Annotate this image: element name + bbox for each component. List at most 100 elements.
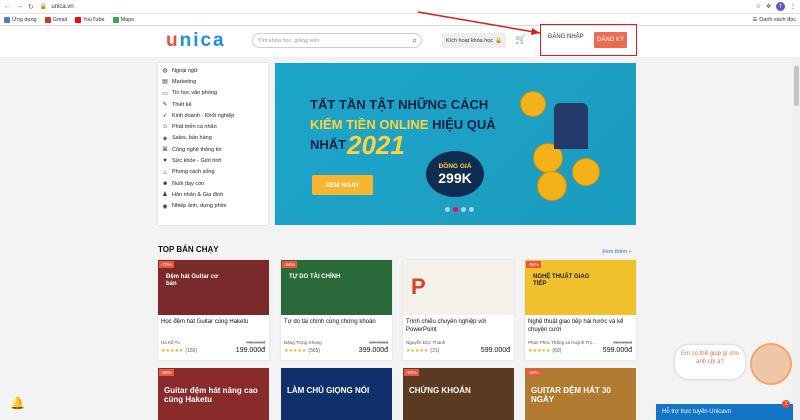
carousel-dots: [445, 207, 474, 212]
discount-badge: -34%: [526, 261, 541, 268]
price-value: 299K: [438, 169, 472, 186]
unica-logo[interactable]: unica: [166, 30, 226, 52]
sidebar-category-label: Thiết kế: [172, 101, 192, 108]
course-title[interactable]: Nghệ thuật giao tiếp hài hước và kể chuy…: [528, 318, 633, 334]
thumbnail-text: TỰ DO TÀI CHÍNH: [289, 274, 341, 280]
reading-list-label: Danh sách đọc: [759, 16, 796, 23]
carousel-dot[interactable]: [453, 207, 458, 212]
stars-icon: ★★★★★: [528, 348, 551, 354]
carousel-dot[interactable]: [461, 207, 466, 212]
youtube-icon: [74, 16, 81, 23]
section-title: TOP BÁN CHẠY: [158, 245, 219, 254]
course-thumbnail[interactable]: P: [403, 260, 514, 315]
page: { "browser": { "url": "unica.vn", "bookm…: [0, 0, 800, 420]
sidebar-category-item[interactable]: ☺ Phát triển cá nhân: [158, 121, 268, 132]
banner-cta-button[interactable]: XEM NGAY: [312, 175, 373, 195]
lock-icon: 🔒: [39, 4, 48, 10]
discount-badge: -34%: [526, 369, 541, 376]
course-card[interactable]: -51% CHỨNG KHOÁN: [403, 368, 514, 420]
course-card[interactable]: Đệm hát Guitar cơ bản -72% Học đệm hát Gui…: [158, 260, 269, 360]
promo-banner[interactable]: TẤT TẦN TẬT NHỮNG CÁCH KIẾM TIỀN ONLINE …: [275, 63, 636, 225]
sidebar-category-item[interactable]: ◉ Nhiếp ảnh, dựng phim: [158, 201, 268, 212]
bookmark-label: YouTube: [82, 16, 105, 23]
sidebar-category-label: Công nghệ thông tin: [172, 146, 222, 153]
sidebar-category-label: Nhiếp ảnh, dựng phim: [172, 203, 227, 210]
search-input[interactable]: Tìm khóa học, giảng viên ⌕: [252, 33, 422, 48]
bookmark-gmail[interactable]: Gmail: [44, 16, 67, 23]
old-price: 900.000đ: [613, 340, 632, 345]
review-count: (156): [185, 348, 198, 354]
url-text[interactable]: unica.vn: [51, 4, 73, 10]
banner-line2-rest: HIỆU QUẢ: [432, 117, 496, 132]
chat-bubble[interactable]: Em có thể giúp gì cho anh chị ạ?: [675, 345, 745, 379]
sidebar-category-item[interactable]: ⌘ Công nghệ thông tin: [158, 144, 268, 155]
rocket-icon: ➶: [162, 113, 168, 120]
rating-stars: ★★★★★ (565): [284, 348, 320, 354]
search-placeholder: Tìm khóa học, giảng viên: [258, 37, 320, 44]
discount-badge: -72%: [159, 261, 174, 268]
carousel-dot[interactable]: [445, 207, 450, 212]
course-title[interactable]: Học đệm hát Guitar cùng Haketu: [161, 318, 266, 326]
search-icon[interactable]: ⌕: [413, 36, 417, 46]
course-price: 599.000đ: [480, 347, 510, 354]
course-author: Nguyễn Đức Thanh: [406, 340, 446, 345]
carousel-dot[interactable]: [469, 207, 474, 212]
sidebar-category-item[interactable]: ✎ Thiết kế: [158, 99, 268, 110]
sidebar-category-item[interactable]: ♨ Phong cách sống: [158, 167, 268, 178]
course-card[interactable]: NGHỆ THUẬT GIAO TIẾP -34% Nghệ thuật giao …: [525, 260, 636, 360]
course-card[interactable]: P Trình chiếu chuyên nghiệp với PowerPoin…: [403, 260, 514, 360]
reload-icon[interactable]: ↻: [28, 3, 34, 11]
sidebar-category-item[interactable]: ➶ Kinh doanh - Khởi nghiệp: [158, 110, 268, 121]
forward-icon[interactable]: →: [16, 3, 23, 11]
thumbnail-text: P: [411, 274, 426, 299]
course-card[interactable]: -34% GUITAR ĐỆM HÁT 30 NGÀY: [525, 368, 636, 420]
sidebar-category-item[interactable]: ♟ Hôn nhân & Gia đình: [158, 189, 268, 200]
back-icon[interactable]: ←: [4, 3, 11, 11]
category-sidebar: ◍ Ngoại ngữ ▤ Marketing ▭ Tin học văn phòng ✎ T…: [158, 63, 268, 225]
heart-icon: ♥: [163, 158, 167, 165]
scrollbar[interactable]: [793, 58, 800, 420]
sidebar-category-label: Phát triển cá nhân: [172, 124, 217, 131]
course-thumbnail[interactable]: TỰ DO TÀI CHÍNH: [281, 260, 392, 315]
profile-avatar[interactable]: T: [776, 2, 785, 11]
sidebar-category-item[interactable]: ◈ Sales, bán hàng: [158, 133, 268, 144]
bookmark-label: Maps: [120, 16, 135, 23]
chart-icon: ▤: [162, 79, 168, 86]
course-thumbnail[interactable]: Đệm hát Guitar cơ bản: [158, 260, 269, 315]
menu-icon[interactable]: ⋮: [790, 3, 796, 10]
sidebar-category-label: Hôn nhân & Gia đình: [172, 191, 224, 198]
course-card[interactable]: -63% Guitar đệm hát nâng cao cùng Haketu: [158, 368, 269, 420]
sidebar-category-item[interactable]: ▤ Marketing: [158, 76, 268, 87]
coin-icon: [537, 171, 567, 201]
scrollbar-thumb[interactable]: [794, 66, 799, 106]
sidebar-category-item[interactable]: ◍ Ngoại ngữ: [158, 65, 268, 76]
bookmark-maps[interactable]: Maps: [112, 16, 135, 23]
bell-icon[interactable]: 🔔: [10, 396, 25, 410]
sidebar-category-item[interactable]: ▭ Tin học văn phòng: [158, 88, 268, 99]
course-card[interactable]: LÀM CHỦ GIỌNG NÓI: [281, 368, 392, 420]
course-thumbnail[interactable]: NGHỆ THUẬT GIAO TIẾP: [525, 260, 636, 315]
sidebar-category-item[interactable]: ☻ Nuôi dạy con: [158, 178, 268, 189]
sidebar-category-label: Nuôi dạy con: [172, 180, 205, 187]
course-title[interactable]: Trình chiếu chuyên nghiệp với PowerPoint: [406, 318, 511, 334]
cart-icon[interactable]: 🛒: [515, 34, 526, 45]
banner-line3: NHẤT: [310, 137, 347, 152]
activate-course-button[interactable]: Kích hoạt khóa học 🔒: [442, 33, 506, 48]
language-icon: ◍: [162, 68, 168, 75]
activate-label: Kích hoạt khóa học: [446, 37, 494, 44]
course-author: Đặng Trọng Khang: [284, 340, 322, 345]
chat-avatar[interactable]: [750, 343, 792, 385]
bookmark-apps[interactable]: Ứng dụng: [4, 16, 37, 23]
extensions-icon[interactable]: ✲: [766, 3, 771, 10]
course-title[interactable]: Tự do tài chính cùng chứng khoán: [284, 318, 389, 326]
banner-year: 2021: [347, 130, 405, 160]
star-icon[interactable]: ☆: [756, 3, 761, 10]
chat-bar[interactable]: Hỗ trợ trực tuyến Unicavn: [656, 404, 794, 420]
sidebar-category-item[interactable]: ♥ Sức khỏe - Giới tính: [158, 155, 268, 166]
bookmarks-bar: Ứng dụng Gmail YouTube Maps ☰ Danh sách đ…: [0, 14, 800, 26]
course-card[interactable]: TỰ DO TÀI CHÍNH -34% Tự do tài chính cùng …: [281, 260, 392, 360]
see-more-link[interactable]: Xem thêm »: [602, 249, 632, 255]
chat-badge: 1: [782, 400, 790, 408]
reading-list[interactable]: ☰ Danh sách đọc: [752, 17, 796, 23]
bookmark-youtube[interactable]: YouTube: [74, 16, 105, 23]
